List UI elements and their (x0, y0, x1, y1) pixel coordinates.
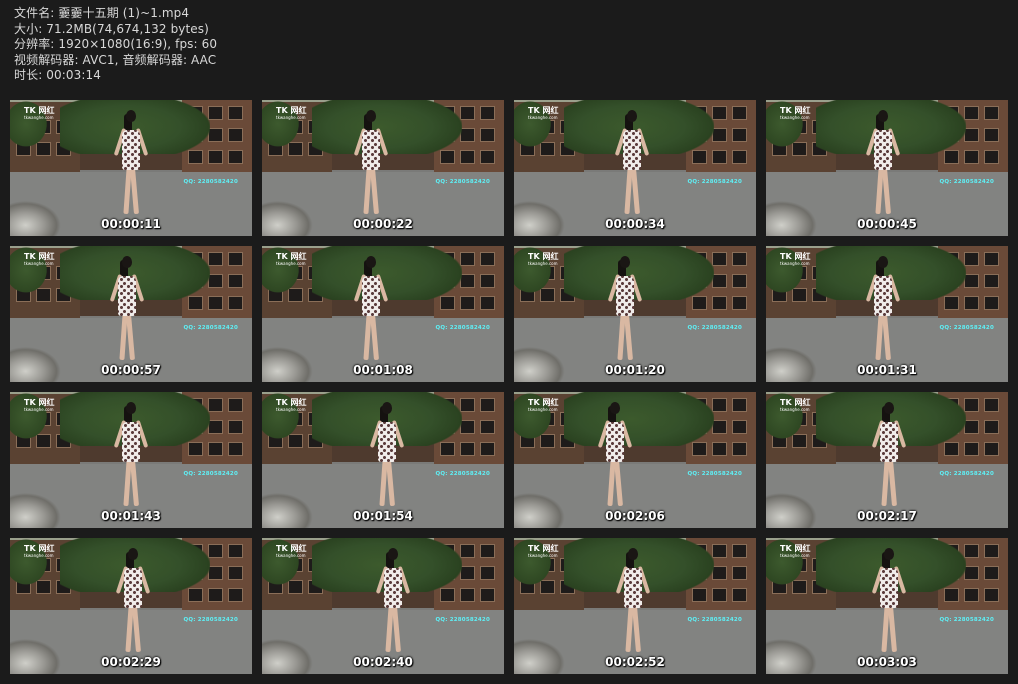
dancer-figure (865, 110, 901, 220)
dancer-figure (375, 548, 411, 658)
dancer-figure (607, 256, 643, 366)
watermark-text: QQ: 2280582420 (183, 325, 238, 331)
video-thumbnail[interactable]: TK 网红 tkwanghe.com QQ: 2280582420 00:01:54 (262, 392, 504, 528)
channel-logo: TK 网红 tkwanghe.com (528, 398, 559, 412)
channel-logo: TK 网红 tkwanghe.com (528, 252, 559, 266)
watermark-text: QQ: 2280582420 (939, 617, 994, 623)
channel-logo: TK 网红 tkwanghe.com (528, 106, 559, 120)
video-thumbnail[interactable]: TK 网红 tkwanghe.com QQ: 2280582420 00:01:31 (766, 246, 1008, 382)
file-info-header: 文件名: 嫑嫑十五期 (1)~1.mp4 大小: 71.2MB(74,674,1… (14, 6, 217, 84)
dancer-figure (369, 402, 405, 512)
timestamp-label: 00:01:31 (857, 363, 917, 377)
channel-logo: TK 网红 tkwanghe.com (780, 106, 811, 120)
dancer-figure (615, 548, 651, 658)
video-thumbnail[interactable]: TK 网红 tkwanghe.com QQ: 2280582420 00:02:29 (10, 538, 252, 674)
timestamp-label: 00:00:45 (857, 217, 917, 231)
video-thumbnail[interactable]: TK 网红 tkwanghe.com QQ: 2280582420 00:01:20 (514, 246, 756, 382)
video-thumbnail[interactable]: TK 网红 tkwanghe.com QQ: 2280582420 00:01:08 (262, 246, 504, 382)
timestamp-label: 00:01:20 (605, 363, 665, 377)
filesize-line: 大小: 71.2MB(74,674,132 bytes) (14, 21, 209, 36)
tree (312, 100, 462, 154)
timestamp-label: 00:02:29 (101, 655, 161, 669)
thumbnail-grid: TK 网红 tkwanghe.com QQ: 2280582420 00:00:11 T… (10, 100, 1008, 676)
timestamp-label: 00:01:08 (353, 363, 413, 377)
dancer-figure (109, 256, 145, 366)
watermark-text: QQ: 2280582420 (435, 471, 490, 477)
watermark-text: QQ: 2280582420 (183, 617, 238, 623)
watermark-text: QQ: 2280582420 (687, 179, 742, 185)
timestamp-label: 00:02:06 (605, 509, 665, 523)
timestamp-label: 00:00:22 (353, 217, 413, 231)
video-thumbnail[interactable]: TK 网红 tkwanghe.com QQ: 2280582420 00:00:11 (10, 100, 252, 236)
channel-logo: TK 网红 tkwanghe.com (24, 398, 55, 412)
video-thumbnail[interactable]: TK 网红 tkwanghe.com QQ: 2280582420 00:02:17 (766, 392, 1008, 528)
watermark-text: QQ: 2280582420 (939, 179, 994, 185)
timestamp-label: 00:02:17 (857, 509, 917, 523)
timestamp-label: 00:02:40 (353, 655, 413, 669)
channel-logo: TK 网红 tkwanghe.com (780, 252, 811, 266)
watermark-text: QQ: 2280582420 (183, 179, 238, 185)
duration-line: 时长: 00:03:14 (14, 68, 101, 83)
video-thumbnail[interactable]: TK 网红 tkwanghe.com QQ: 2280582420 00:03:03 (766, 538, 1008, 674)
channel-logo: TK 网红 tkwanghe.com (24, 544, 55, 558)
timestamp-label: 00:02:52 (605, 655, 665, 669)
dancer-figure (597, 402, 633, 512)
video-thumbnail[interactable]: TK 网红 tkwanghe.com QQ: 2280582420 00:01:43 (10, 392, 252, 528)
video-thumbnail[interactable]: TK 网红 tkwanghe.com QQ: 2280582420 00:02:40 (262, 538, 504, 674)
dancer-figure (113, 402, 149, 512)
watermark-text: QQ: 2280582420 (939, 471, 994, 477)
video-thumbnail[interactable]: TK 网红 tkwanghe.com QQ: 2280582420 00:00:57 (10, 246, 252, 382)
watermark-text: QQ: 2280582420 (435, 617, 490, 623)
filename-line: 文件名: 嫑嫑十五期 (1)~1.mp4 (14, 6, 190, 20)
dancer-figure (115, 548, 151, 658)
watermark-text: QQ: 2280582420 (687, 325, 742, 331)
timestamp-label: 00:00:57 (101, 363, 161, 377)
dancer-figure (871, 548, 907, 658)
watermark-text: QQ: 2280582420 (435, 179, 490, 185)
channel-logo: TK 网红 tkwanghe.com (780, 544, 811, 558)
channel-logo: TK 网红 tkwanghe.com (24, 252, 55, 266)
channel-logo: TK 网红 tkwanghe.com (24, 106, 55, 120)
watermark-text: QQ: 2280582420 (183, 471, 238, 477)
video-thumbnail[interactable]: TK 网红 tkwanghe.com QQ: 2280582420 00:02:06 (514, 392, 756, 528)
video-thumbnail[interactable]: TK 网红 tkwanghe.com QQ: 2280582420 00:00:34 (514, 100, 756, 236)
timestamp-label: 00:00:11 (101, 217, 161, 231)
timestamp-label: 00:03:03 (857, 655, 917, 669)
timestamp-label: 00:00:34 (605, 217, 665, 231)
channel-logo: TK 网红 tkwanghe.com (780, 398, 811, 412)
timestamp-label: 00:01:54 (353, 509, 413, 523)
video-thumbnail[interactable]: TK 网红 tkwanghe.com QQ: 2280582420 00:02:52 (514, 538, 756, 674)
dancer-figure (865, 256, 901, 366)
video-thumbnail[interactable]: TK 网红 tkwanghe.com QQ: 2280582420 00:00:22 (262, 100, 504, 236)
dancer-figure (871, 402, 907, 512)
watermark-text: QQ: 2280582420 (435, 325, 490, 331)
tree (312, 246, 462, 300)
resolution-line: 分辨率: 1920×1080(16:9), fps: 60 (14, 37, 218, 52)
watermark-text: QQ: 2280582420 (687, 617, 742, 623)
channel-logo: TK 网红 tkwanghe.com (276, 544, 307, 558)
channel-logo: TK 网红 tkwanghe.com (276, 106, 307, 120)
video-thumbnail[interactable]: TK 网红 tkwanghe.com QQ: 2280582420 00:00:45 (766, 100, 1008, 236)
dancer-figure (353, 256, 389, 366)
dancer-figure (113, 110, 149, 220)
watermark-text: QQ: 2280582420 (687, 471, 742, 477)
channel-logo: TK 网红 tkwanghe.com (276, 398, 307, 412)
tree (564, 392, 714, 446)
dancer-figure (614, 110, 650, 220)
codec-line: 视频解码器: AVC1, 音频解码器: AAC (14, 52, 217, 67)
watermark-text: QQ: 2280582420 (939, 325, 994, 331)
channel-logo: TK 网红 tkwanghe.com (276, 252, 307, 266)
dancer-figure (353, 110, 389, 220)
timestamp-label: 00:01:43 (101, 509, 161, 523)
channel-logo: TK 网红 tkwanghe.com (528, 544, 559, 558)
